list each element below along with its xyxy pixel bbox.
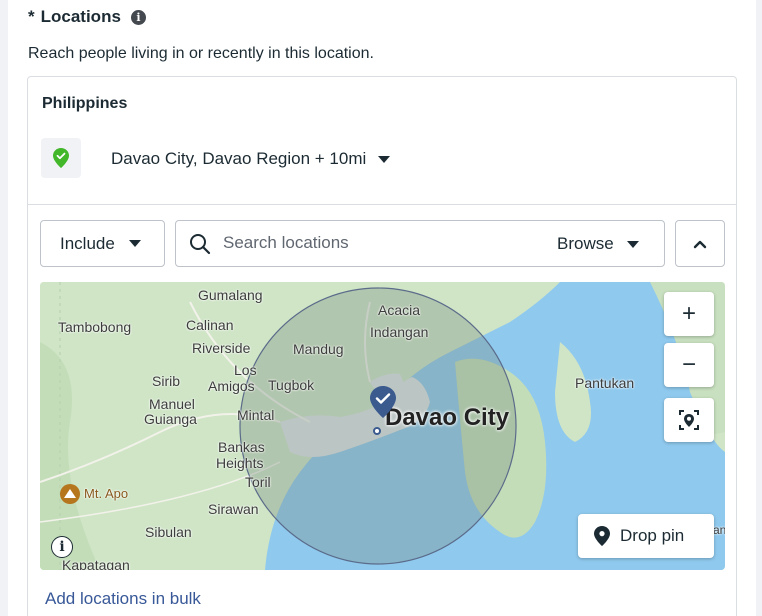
location-pin-chip: [41, 138, 81, 178]
zoom-in-button[interactable]: +: [664, 292, 714, 336]
map-info-button[interactable]: i: [51, 536, 73, 558]
map-place-label: Sibulan: [145, 524, 192, 540]
caret-down-icon: [378, 155, 391, 163]
map-place-label: Pantukan: [575, 375, 635, 391]
map-place-label: Mandug: [293, 341, 344, 357]
browse-label: Browse: [557, 234, 614, 253]
recenter-button[interactable]: [664, 398, 714, 442]
map-place-label: Amigos: [208, 378, 255, 394]
minus-icon: −: [681, 351, 696, 378]
map-place-label: Los: [234, 362, 257, 378]
caret-down-icon: [128, 240, 141, 247]
section-title: * Locations i: [28, 7, 146, 27]
map-place-label: Kapatagan: [62, 557, 130, 570]
browse-dropdown[interactable]: Browse: [557, 234, 639, 254]
drop-pin-button[interactable]: Drop pin: [578, 514, 714, 558]
caret-down-icon: [626, 240, 639, 248]
info-icon: i: [59, 539, 65, 555]
collapse-map-button[interactable]: [675, 220, 725, 267]
map-place-label: Tambobong: [58, 319, 132, 335]
zoom-out-button[interactable]: −: [664, 343, 714, 387]
drop-pin-label: Drop pin: [620, 526, 685, 545]
add-locations-in-bulk-link[interactable]: Add locations in bulk: [45, 589, 201, 609]
map-place-label: Tugbok: [268, 377, 315, 393]
include-dropdown[interactable]: Include: [40, 220, 165, 267]
map-place-label: Toril: [245, 474, 271, 490]
country-label: Philippines: [42, 95, 128, 112]
selected-location-dropdown[interactable]: Davao City, Davao Region + 10mi: [111, 149, 391, 169]
chevron-up-icon: [693, 240, 707, 248]
plus-icon: +: [681, 300, 696, 327]
map-place-label: Guianga: [144, 411, 197, 427]
map-place-label: Heights: [216, 455, 264, 471]
search-icon: [190, 234, 211, 255]
mountain-icon: [60, 484, 80, 504]
location-pin-icon: [53, 148, 69, 168]
search-locations-box: Browse: [175, 220, 665, 267]
map-center-dot: [373, 427, 381, 435]
map-city-label: Davao City: [385, 404, 510, 431]
section-title-text: Locations: [40, 7, 121, 26]
map-place-label: Manuel: [149, 396, 195, 412]
map-place-label: Mintal: [237, 407, 275, 423]
map-poi-label: Mt. Apo: [84, 486, 129, 501]
include-label: Include: [60, 233, 115, 253]
location-map[interactable]: Gumalang Acacia Tambobong Calinan Indang…: [40, 282, 725, 570]
map-place-label: Sirawan: [208, 501, 259, 517]
pin-icon: [594, 526, 610, 546]
section-description: Reach people living in or recently in th…: [28, 45, 374, 62]
info-icon[interactable]: i: [130, 9, 146, 25]
map-place-label: an: [713, 523, 725, 537]
search-locations-input[interactable]: [223, 233, 543, 253]
divider: [28, 204, 736, 205]
map-location-pin-icon: [370, 386, 396, 418]
map-place-label: Acacia: [378, 302, 421, 318]
map-place-label: Riverside: [192, 340, 251, 356]
locate-icon: [679, 410, 699, 430]
map-place-label: Sirib: [152, 373, 181, 389]
map-place-label: Gumalang: [198, 287, 263, 303]
mt-apo-marker: Mt. Apo: [60, 484, 128, 504]
required-marker: *: [28, 7, 35, 26]
map-place-label: Bankas: [218, 439, 265, 455]
map-place-label: Indangan: [370, 324, 429, 340]
map-place-label: Calinan: [186, 317, 234, 333]
selected-location-label: Davao City, Davao Region + 10mi: [111, 149, 367, 168]
